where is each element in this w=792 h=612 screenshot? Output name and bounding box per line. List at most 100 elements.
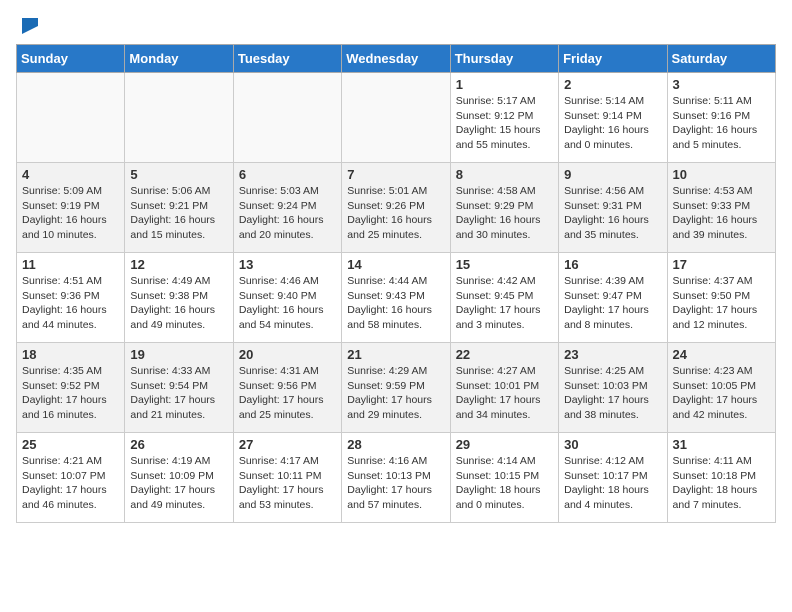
day-info: Sunrise: 4:14 AM Sunset: 10:15 PM Daylig… — [456, 454, 553, 513]
day-info: Sunrise: 4:51 AM Sunset: 9:36 PM Dayligh… — [22, 274, 119, 333]
day-info: Sunrise: 4:37 AM Sunset: 9:50 PM Dayligh… — [673, 274, 770, 333]
weekday-header-sunday: Sunday — [17, 45, 125, 73]
day-info: Sunrise: 4:23 AM Sunset: 10:05 PM Daylig… — [673, 364, 770, 423]
day-info: Sunrise: 4:42 AM Sunset: 9:45 PM Dayligh… — [456, 274, 553, 333]
calendar-cell: 31 Sunrise: 4:11 AM Sunset: 10:18 PM Dayl… — [667, 433, 775, 523]
logo — [16, 16, 42, 36]
page-header — [16, 16, 776, 36]
day-number: 22 — [456, 347, 553, 362]
calendar-week-row: 4Sunrise: 5:09 AM Sunset: 9:19 PM Daylig… — [17, 163, 776, 253]
day-number: 6 — [239, 167, 336, 182]
weekday-header-thursday: Thursday — [450, 45, 558, 73]
calendar-cell: 8 Sunrise: 4:58 AM Sunset: 9:29 PM Daylig… — [450, 163, 558, 253]
calendar-cell — [17, 73, 125, 163]
day-number: 30 — [564, 437, 661, 452]
calendar-cell: 4Sunrise: 5:09 AM Sunset: 9:19 PM Daylig… — [17, 163, 125, 253]
day-number: 2 — [564, 77, 661, 92]
day-number: 26 — [130, 437, 227, 452]
day-number: 12 — [130, 257, 227, 272]
day-info: Sunrise: 4:35 AM Sunset: 9:52 PM Dayligh… — [22, 364, 119, 423]
day-info: Sunrise: 4:25 AM Sunset: 10:03 PM Daylig… — [564, 364, 661, 423]
calendar-cell: 12 Sunrise: 4:49 AM Sunset: 9:38 PM Dayli… — [125, 253, 233, 343]
calendar-table: SundayMondayTuesdayWednesdayThursdayFrid… — [16, 44, 776, 523]
calendar-cell: 10 Sunrise: 4:53 AM Sunset: 9:33 PM Dayli… — [667, 163, 775, 253]
day-info: Sunrise: 4:46 AM Sunset: 9:40 PM Dayligh… — [239, 274, 336, 333]
day-info: Sunrise: 5:11 AM Sunset: 9:16 PM Dayligh… — [673, 94, 770, 153]
calendar-week-row: 18 Sunrise: 4:35 AM Sunset: 9:52 PM Dayli… — [17, 343, 776, 433]
day-info: Sunrise: 4:16 AM Sunset: 10:13 PM Daylig… — [347, 454, 444, 513]
day-number: 14 — [347, 257, 444, 272]
day-info: Sunrise: 4:17 AM Sunset: 10:11 PM Daylig… — [239, 454, 336, 513]
day-info: Sunrise: 5:06 AM Sunset: 9:21 PM Dayligh… — [130, 184, 227, 243]
day-info: Sunrise: 4:11 AM Sunset: 10:18 PM Daylig… — [673, 454, 770, 513]
day-number: 4 — [22, 167, 119, 182]
day-number: 24 — [673, 347, 770, 362]
day-number: 23 — [564, 347, 661, 362]
calendar-cell: 3 Sunrise: 5:11 AM Sunset: 9:16 PM Daylig… — [667, 73, 775, 163]
day-number: 15 — [456, 257, 553, 272]
day-number: 18 — [22, 347, 119, 362]
day-number: 11 — [22, 257, 119, 272]
day-info: Sunrise: 4:27 AM Sunset: 10:01 PM Daylig… — [456, 364, 553, 423]
day-number: 9 — [564, 167, 661, 182]
calendar-cell: 22 Sunrise: 4:27 AM Sunset: 10:01 PM Dayl… — [450, 343, 558, 433]
day-number: 25 — [22, 437, 119, 452]
calendar-cell: 1Sunrise: 5:17 AM Sunset: 9:12 PM Daylig… — [450, 73, 558, 163]
calendar-cell: 20 Sunrise: 4:31 AM Sunset: 9:56 PM Dayli… — [233, 343, 341, 433]
calendar-cell — [342, 73, 450, 163]
day-number: 20 — [239, 347, 336, 362]
day-info: Sunrise: 4:12 AM Sunset: 10:17 PM Daylig… — [564, 454, 661, 513]
calendar-cell: 5 Sunrise: 5:06 AM Sunset: 9:21 PM Daylig… — [125, 163, 233, 253]
day-info: Sunrise: 4:39 AM Sunset: 9:47 PM Dayligh… — [564, 274, 661, 333]
day-info: Sunrise: 4:31 AM Sunset: 9:56 PM Dayligh… — [239, 364, 336, 423]
weekday-header-monday: Monday — [125, 45, 233, 73]
day-number: 13 — [239, 257, 336, 272]
calendar-cell: 17 Sunrise: 4:37 AM Sunset: 9:50 PM Dayli… — [667, 253, 775, 343]
calendar-cell — [233, 73, 341, 163]
calendar-cell: 9Sunrise: 4:56 AM Sunset: 9:31 PM Daylig… — [559, 163, 667, 253]
calendar-cell: 21 Sunrise: 4:29 AM Sunset: 9:59 PM Dayli… — [342, 343, 450, 433]
day-number: 16 — [564, 257, 661, 272]
day-number: 10 — [673, 167, 770, 182]
calendar-cell: 28Sunrise: 4:16 AM Sunset: 10:13 PM Dayl… — [342, 433, 450, 523]
calendar-cell: 26 Sunrise: 4:19 AM Sunset: 10:09 PM Dayl… — [125, 433, 233, 523]
day-info: Sunrise: 5:03 AM Sunset: 9:24 PM Dayligh… — [239, 184, 336, 243]
day-info: Sunrise: 4:49 AM Sunset: 9:38 PM Dayligh… — [130, 274, 227, 333]
day-info: Sunrise: 5:01 AM Sunset: 9:26 PM Dayligh… — [347, 184, 444, 243]
calendar-week-row: 25 Sunrise: 4:21 AM Sunset: 10:07 PM Dayl… — [17, 433, 776, 523]
calendar-cell: 15 Sunrise: 4:42 AM Sunset: 9:45 PM Dayli… — [450, 253, 558, 343]
weekday-header-tuesday: Tuesday — [233, 45, 341, 73]
calendar-cell: 30 Sunrise: 4:12 AM Sunset: 10:17 PM Dayl… — [559, 433, 667, 523]
calendar-cell — [125, 73, 233, 163]
calendar-cell: 6 Sunrise: 5:03 AM Sunset: 9:24 PM Daylig… — [233, 163, 341, 253]
calendar-cell: 29 Sunrise: 4:14 AM Sunset: 10:15 PM Dayl… — [450, 433, 558, 523]
day-info: Sunrise: 4:29 AM Sunset: 9:59 PM Dayligh… — [347, 364, 444, 423]
day-number: 3 — [673, 77, 770, 92]
calendar-cell: 14Sunrise: 4:44 AM Sunset: 9:43 PM Dayli… — [342, 253, 450, 343]
logo-flag-icon — [18, 16, 42, 36]
weekday-header-wednesday: Wednesday — [342, 45, 450, 73]
calendar-cell: 25 Sunrise: 4:21 AM Sunset: 10:07 PM Dayl… — [17, 433, 125, 523]
day-number: 17 — [673, 257, 770, 272]
day-info: Sunrise: 4:53 AM Sunset: 9:33 PM Dayligh… — [673, 184, 770, 243]
day-number: 8 — [456, 167, 553, 182]
calendar-cell: 23 Sunrise: 4:25 AM Sunset: 10:03 PM Dayl… — [559, 343, 667, 433]
day-info: Sunrise: 4:58 AM Sunset: 9:29 PM Dayligh… — [456, 184, 553, 243]
calendar-cell: 7Sunrise: 5:01 AM Sunset: 9:26 PM Daylig… — [342, 163, 450, 253]
calendar-week-row: 11 Sunrise: 4:51 AM Sunset: 9:36 PM Dayli… — [17, 253, 776, 343]
calendar-cell: 18 Sunrise: 4:35 AM Sunset: 9:52 PM Dayli… — [17, 343, 125, 433]
day-info: Sunrise: 4:19 AM Sunset: 10:09 PM Daylig… — [130, 454, 227, 513]
day-number: 5 — [130, 167, 227, 182]
day-number: 31 — [673, 437, 770, 452]
day-number: 21 — [347, 347, 444, 362]
day-number: 1 — [456, 77, 553, 92]
day-info: Sunrise: 4:33 AM Sunset: 9:54 PM Dayligh… — [130, 364, 227, 423]
calendar-cell: 24 Sunrise: 4:23 AM Sunset: 10:05 PM Dayl… — [667, 343, 775, 433]
weekday-header-friday: Friday — [559, 45, 667, 73]
day-info: Sunrise: 4:21 AM Sunset: 10:07 PM Daylig… — [22, 454, 119, 513]
calendar-cell: 2Sunrise: 5:14 AM Sunset: 9:14 PM Daylig… — [559, 73, 667, 163]
calendar-cell: 13 Sunrise: 4:46 AM Sunset: 9:40 PM Dayli… — [233, 253, 341, 343]
calendar-cell: 16 Sunrise: 4:39 AM Sunset: 9:47 PM Dayli… — [559, 253, 667, 343]
calendar-cell: 19Sunrise: 4:33 AM Sunset: 9:54 PM Dayli… — [125, 343, 233, 433]
day-number: 29 — [456, 437, 553, 452]
